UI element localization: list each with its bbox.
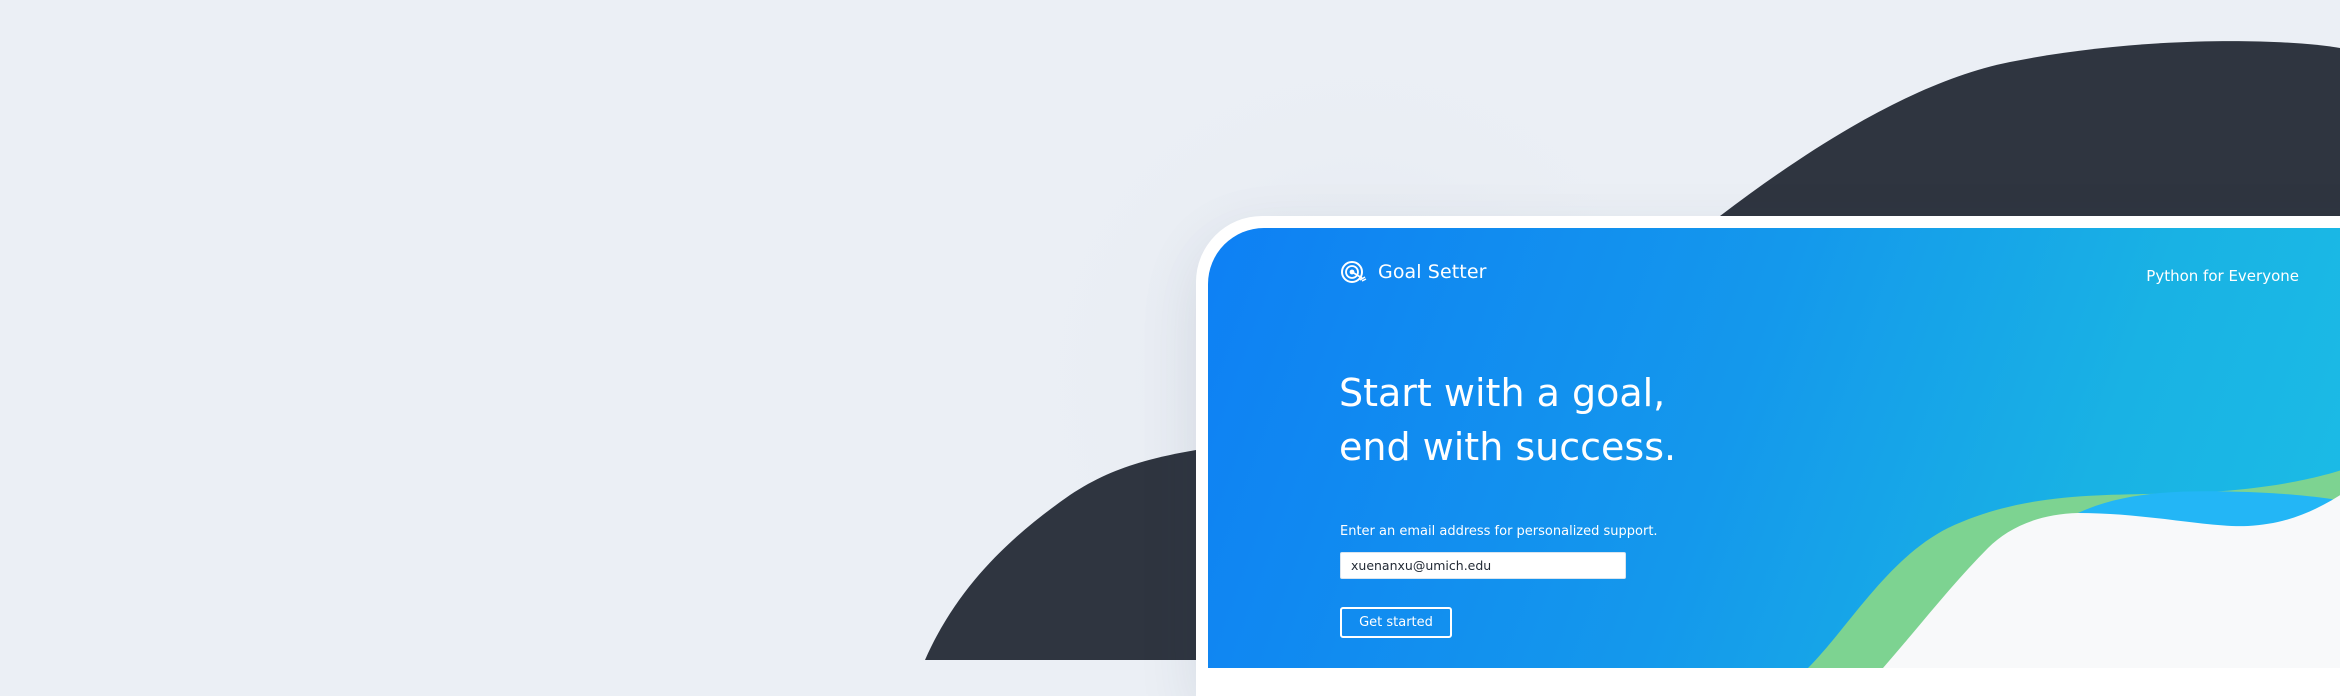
brand-name: Goal Setter [1378, 261, 1487, 283]
email-field[interactable] [1340, 552, 1626, 579]
get-started-button[interactable]: Get started [1340, 607, 1452, 638]
headline-line-2: end with success. [1339, 425, 1677, 469]
target-arrow-icon [1341, 261, 1367, 283]
landing-screen: Goal Setter Python for Everyone Start wi… [1208, 228, 2340, 668]
email-label: Enter an email address for personalized … [1340, 524, 1658, 539]
brand[interactable]: Goal Setter [1340, 258, 1487, 286]
headline-line-1: Start with a goal, [1339, 371, 1666, 415]
nav-link-python-for-everyone[interactable]: Python for Everyone [2146, 267, 2299, 285]
hero-headline: Start with a goal, end with success. [1339, 366, 1676, 474]
